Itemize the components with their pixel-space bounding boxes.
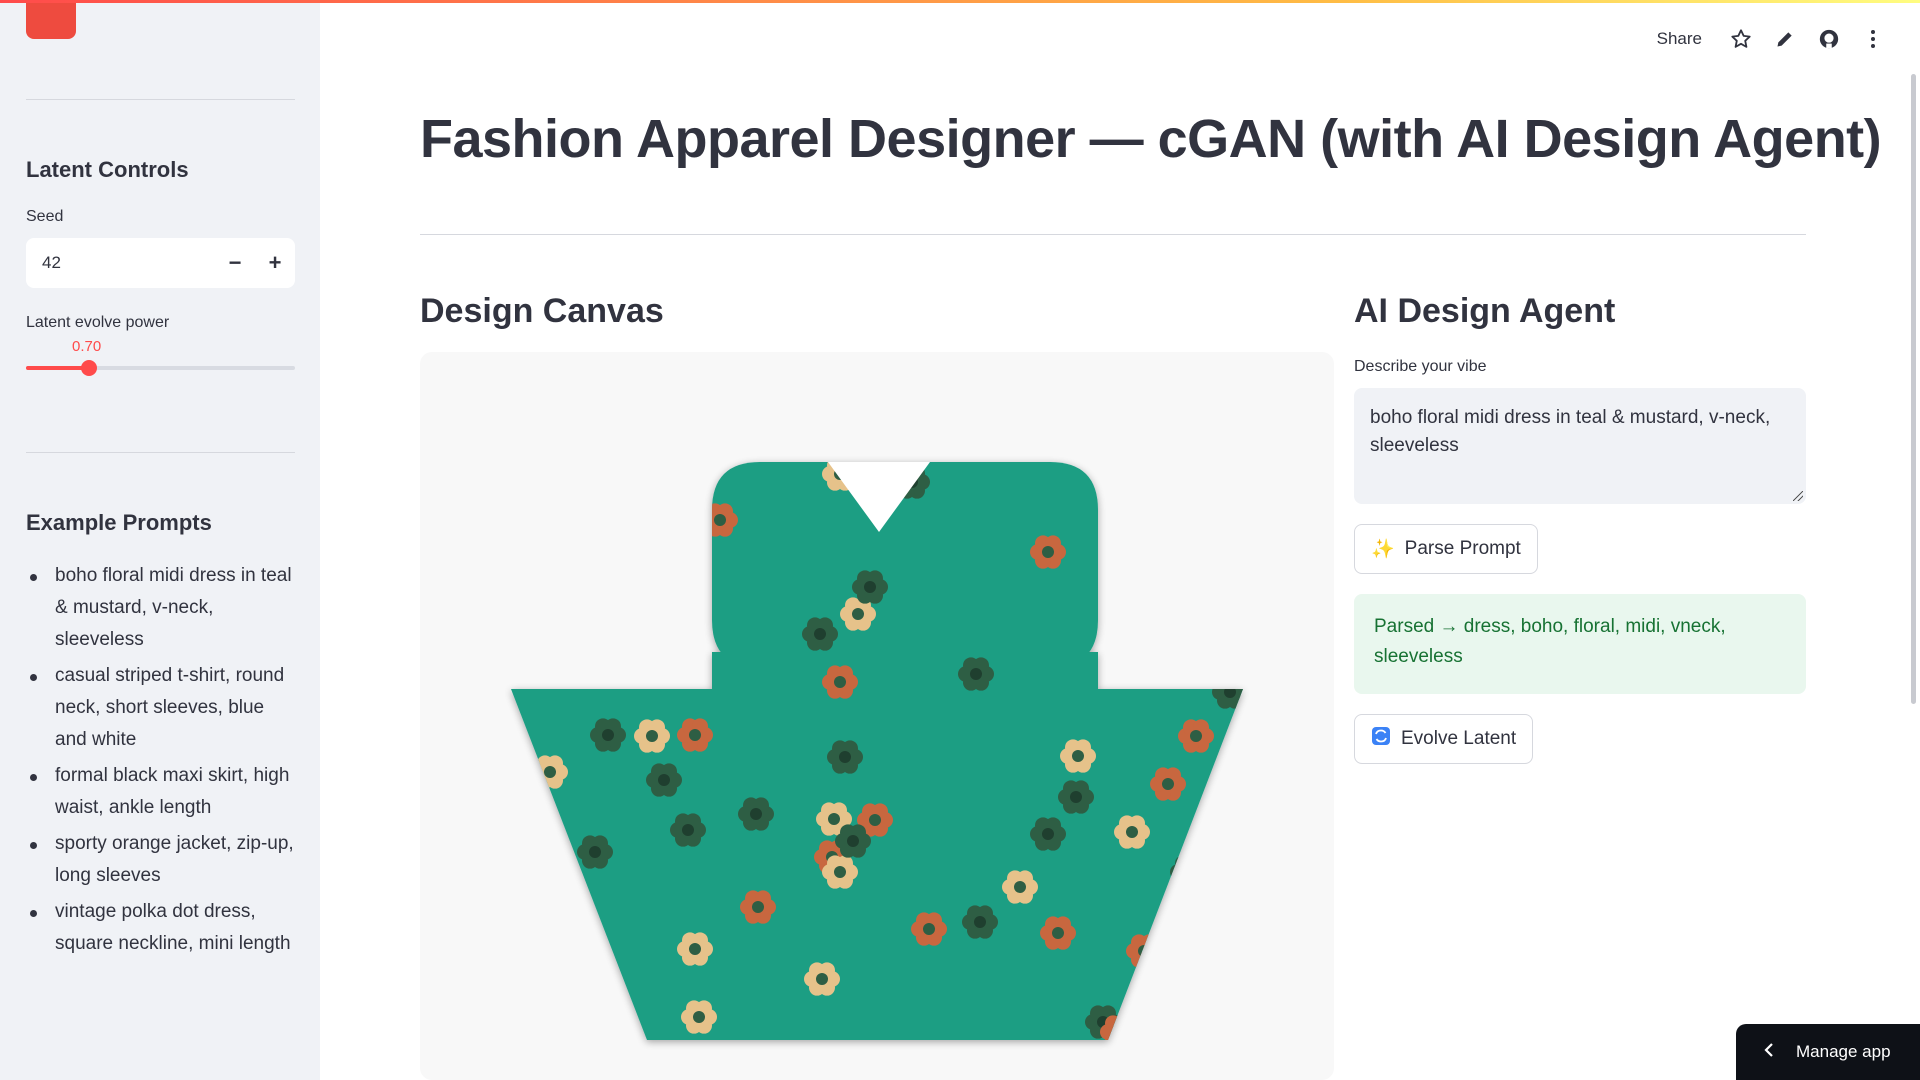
parsed-result-text: Parsed → dress, boho, floral, midi, vnec… [1374,616,1726,667]
parse-prompt-label: Parse Prompt [1404,538,1521,559]
pencil-icon[interactable] [1770,24,1800,54]
garment-preview-image [511,462,1243,1040]
more-vert-icon[interactable] [1858,24,1888,54]
vibe-text[interactable]: boho floral midi dress in teal & mustard… [1370,407,1770,456]
top-decoration-bar [0,0,1920,3]
sidebar-divider [26,452,295,453]
list-item: sporty orange jacket, zip-up, long sleev… [26,828,301,892]
list-item: formal black maxi skirt, high waist, ank… [26,760,301,824]
seed-label: Seed [26,208,64,225]
header-toolbar: Share [1657,24,1888,54]
parsed-result-alert: Parsed → dress, boho, floral, midi, vnec… [1354,594,1806,694]
share-button[interactable]: Share [1657,29,1702,49]
slider-fill [26,366,90,370]
evolve-latent-button[interactable]: Evolve Latent [1354,714,1534,764]
manage-app-label: Manage app [1796,1042,1891,1061]
slider-thumb[interactable] [81,360,98,376]
example-prompts-heading: Example Prompts [26,510,212,535]
evolve-power-value: 0.70 [72,338,102,355]
evolve-power-label: Latent evolve power [26,314,170,331]
title-divider [420,234,1806,235]
sparkles-icon: ✨ [1371,539,1395,560]
app-logo [26,0,76,39]
page-title: Fashion Apparel Designer — cGAN (with AI… [420,109,1882,169]
vibe-textarea[interactable]: boho floral midi dress in teal & mustard… [1354,388,1806,504]
vibe-label: Describe your vibe [1354,358,1487,375]
parse-prompt-button[interactable]: ✨ Parse Prompt [1354,524,1538,574]
star-icon[interactable] [1726,24,1756,54]
main-scrollbar[interactable] [1911,74,1916,704]
list-item: casual striped t-shirt, round neck, shor… [26,660,301,756]
github-icon[interactable] [1814,24,1844,54]
seed-input[interactable]: 42 − + [26,238,295,288]
ai-agent-heading: AI Design Agent [1354,292,1616,330]
latent-controls-heading: Latent Controls [26,157,189,182]
list-item: vintage polka dot dress, square neckline… [26,896,301,960]
sidebar: Latent Controls Seed 42 − + Latent evolv… [0,0,320,1080]
list-item: boho floral midi dress in teal & mustard… [26,560,301,656]
example-prompts-list: boho floral midi dress in teal & mustard… [26,560,301,964]
manage-app-button[interactable]: Manage app [1736,1024,1920,1080]
refresh-icon [1371,726,1391,752]
evolve-power-slider[interactable] [26,360,295,376]
seed-increment-button[interactable]: + [255,238,295,288]
design-canvas [420,352,1334,1080]
resize-handle[interactable] [1793,491,1803,501]
seed-value[interactable]: 42 [26,253,215,273]
seed-decrement-button[interactable]: − [215,238,255,288]
design-canvas-heading: Design Canvas [420,292,664,330]
evolve-latent-label: Evolve Latent [1401,728,1517,749]
sidebar-divider [26,99,295,100]
chevron-left-icon [1764,1042,1774,1062]
